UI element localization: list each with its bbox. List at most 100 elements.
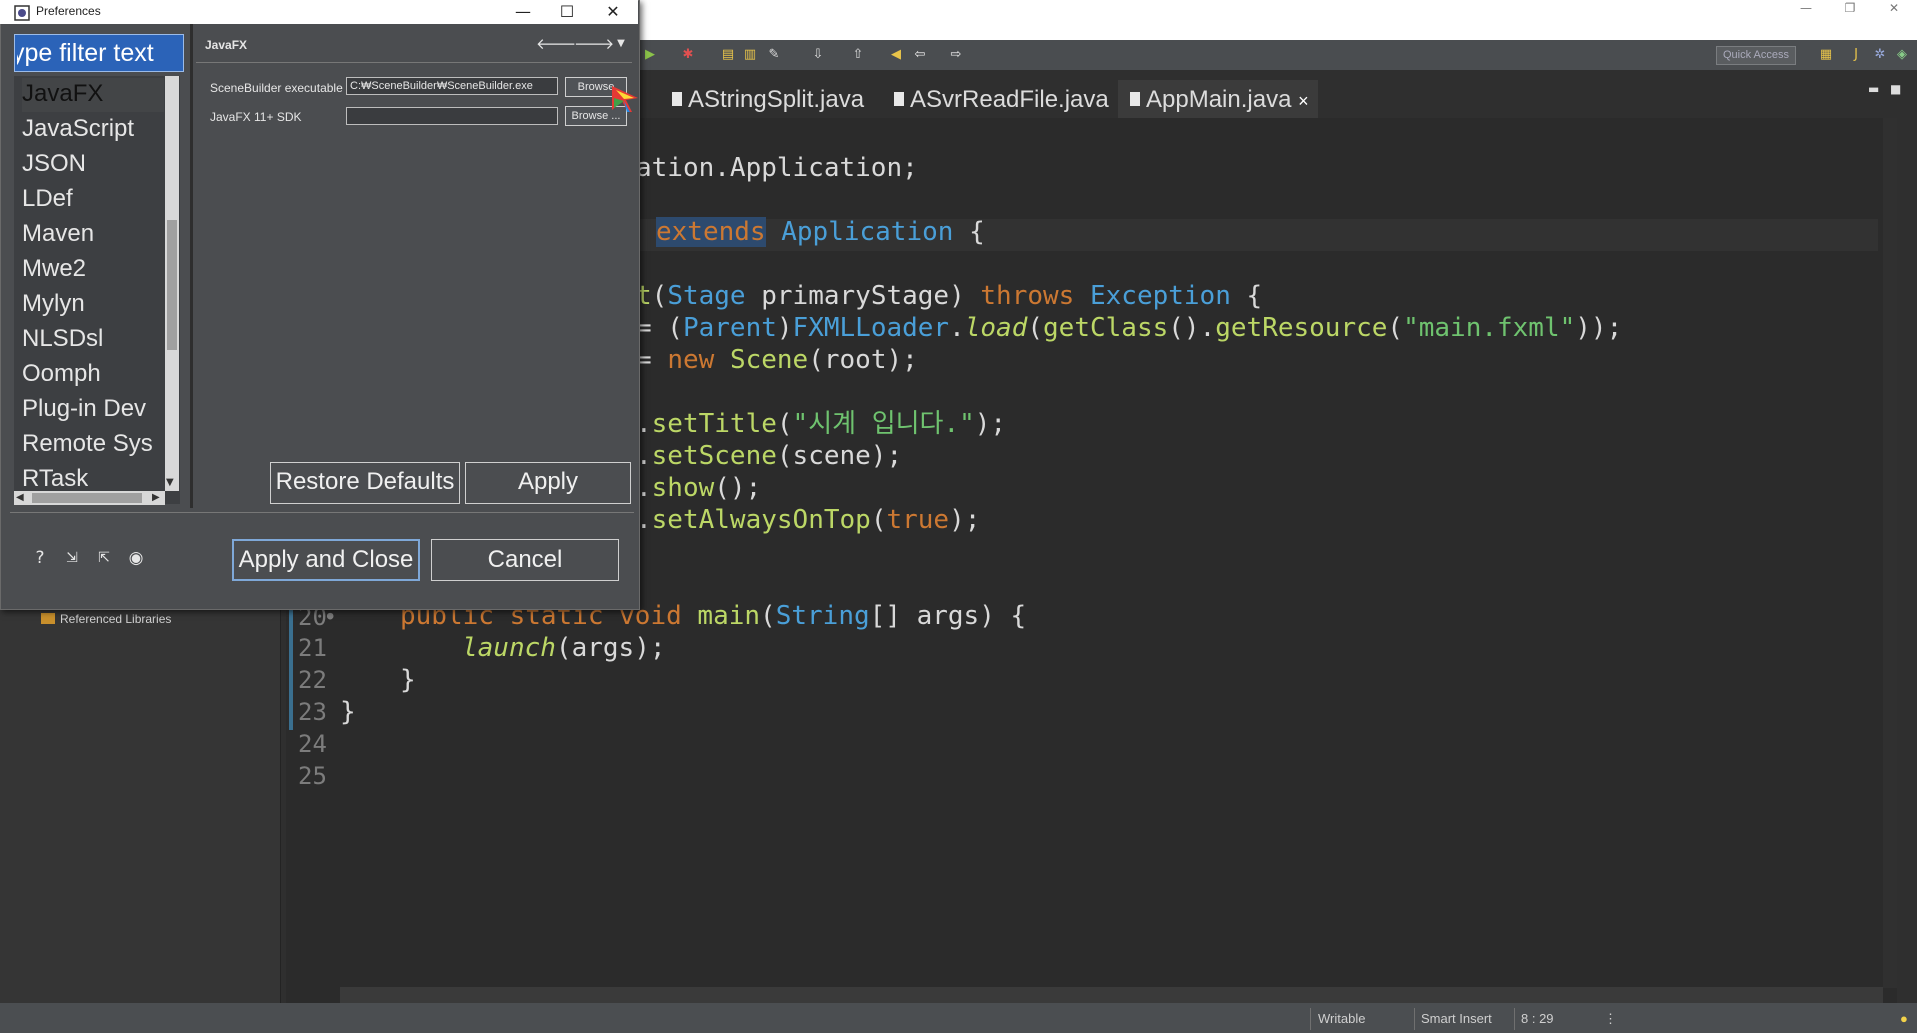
navigate-icon[interactable]: ⇧ — [850, 48, 866, 62]
line-number: 22 — [298, 666, 327, 694]
import-icon[interactable]: ⇲ — [62, 548, 82, 568]
forward-arrow-icon[interactable]: 🡒 — [574, 36, 614, 52]
forward-icon[interactable]: ⇨ — [948, 48, 964, 62]
code-line: ation.Application; — [636, 153, 918, 183]
library-icon — [41, 613, 55, 624]
code-line: .setAlwaysOnTop(true); — [636, 505, 981, 535]
color-cursor-icon — [612, 86, 638, 112]
tree-item-javascript[interactable]: JavaScript — [22, 111, 134, 146]
status-separator — [1310, 1008, 1311, 1030]
scroll-right-icon[interactable]: ▶ — [152, 492, 160, 503]
apply-and-close-button[interactable]: Apply and Close — [232, 539, 420, 581]
maximize-editor-icon[interactable]: ■ — [1890, 82, 1901, 96]
status-menu-icon[interactable]: ⋮ — [1604, 1010, 1617, 1028]
apply-button[interactable]: Apply — [465, 462, 631, 504]
dialog-button-separator — [10, 512, 634, 513]
back-icon[interactable]: ◀ — [888, 48, 904, 62]
tree-item-maven[interactable]: Maven — [22, 216, 94, 251]
tab-astringsplit[interactable]: AStringSplit.java — [672, 82, 864, 118]
cancel-button[interactable]: Cancel — [431, 539, 619, 581]
code-line: extends Application { — [656, 217, 985, 247]
open-perspective-icon[interactable]: ▦ — [1818, 48, 1834, 62]
dialog-minimize-button[interactable]: — — [508, 2, 538, 22]
open-folder-icon[interactable]: ▤ — [720, 48, 736, 62]
annotation-icon[interactable]: ⇩ — [810, 48, 826, 62]
status-insert-mode: Smart Insert — [1421, 1011, 1492, 1026]
line-number: 21 — [298, 634, 327, 662]
debug-icon[interactable]: ✱ — [680, 48, 696, 62]
run-icon[interactable]: ▶ — [642, 48, 658, 62]
scroll-left-icon[interactable]: ◀ — [16, 492, 24, 503]
status-separator — [1514, 1008, 1515, 1030]
package-explorer — [0, 600, 281, 1003]
debug-perspective-icon[interactable]: ✲ — [1872, 48, 1888, 62]
code-line: } — [340, 697, 356, 727]
page-title: JavaFX — [205, 38, 248, 52]
scroll-down-icon[interactable]: ▼ — [166, 477, 174, 488]
java-file-icon — [672, 92, 682, 106]
scenebuilder-input[interactable] — [346, 77, 558, 95]
dialog-title: Preferences — [36, 4, 101, 18]
sdk-label: JavaFX 11+ SDK — [210, 110, 302, 124]
tree-hscroll-thumb[interactable] — [32, 493, 142, 503]
back-arrow-icon[interactable]: 🡐 — [536, 36, 576, 52]
tree-item-referenced-libraries[interactable]: Referenced Libraries — [60, 612, 171, 626]
quick-access-field[interactable]: Quick Access — [1716, 46, 1796, 65]
editor-horizontal-scrollbar[interactable] — [340, 987, 1883, 1003]
tree-item-oomph[interactable]: Oomph — [22, 356, 101, 391]
status-bar — [0, 1003, 1917, 1033]
tab-label: AppMain.java — [1146, 86, 1292, 113]
help-icon[interactable]: ? — [30, 548, 50, 568]
eclipse-icon — [14, 5, 30, 21]
scenebuilder-label: SceneBuilder executable — [210, 81, 343, 95]
oomph-icon[interactable]: ◉ — [126, 548, 146, 568]
status-cursor-position: 8 : 29 — [1521, 1011, 1554, 1026]
folder-icon[interactable]: ▥ — [742, 48, 758, 62]
restore-defaults-button[interactable]: Restore Defaults — [270, 462, 460, 504]
code-line: t(Stage primaryStage) throws Exception { — [636, 281, 1263, 311]
java-file-icon — [1130, 92, 1140, 106]
editor-vertical-scrollbar[interactable] — [1883, 118, 1897, 988]
tree-item-json[interactable]: JSON — [22, 146, 86, 181]
tree-item-plugin-dev[interactable]: Plug-in Dev — [22, 391, 164, 426]
lightbulb-icon[interactable]: ● — [1900, 1010, 1908, 1028]
tab-asvrreadfile[interactable]: ASvrReadFile.java — [894, 82, 1109, 118]
history-back-icon[interactable]: ⇦ — [912, 48, 928, 62]
filter-input[interactable] — [14, 34, 184, 72]
export-icon[interactable]: ⇱ — [94, 548, 114, 568]
ide-minimize-button[interactable]: — — [1786, 0, 1826, 20]
tree-item-mwe2[interactable]: Mwe2 — [22, 251, 86, 286]
tree-scroll-thumb[interactable] — [167, 220, 177, 350]
line-number: 25 — [298, 762, 327, 790]
code-line: .setScene(scene); — [636, 441, 903, 471]
page-separator — [196, 62, 632, 63]
status-writable: Writable — [1318, 1011, 1366, 1026]
tab-label: ASvrReadFile.java — [910, 86, 1109, 113]
tree-item-nlsdsl[interactable]: NLSDsl — [22, 321, 103, 356]
pen-icon[interactable]: ✎ — [766, 48, 782, 62]
close-tab-icon[interactable]: × — [1298, 91, 1309, 111]
git-perspective-icon[interactable]: ◈ — [1894, 48, 1910, 62]
line-number: 23 — [298, 698, 327, 726]
tab-appmain[interactable]: AppMain.java × — [1130, 82, 1309, 118]
dialog-sash[interactable] — [190, 24, 193, 508]
ide-close-button[interactable]: ✕ — [1874, 0, 1914, 20]
code-line: } — [400, 665, 416, 695]
dialog-maximize-button[interactable]: ☐ — [552, 2, 582, 22]
minimize-editor-icon[interactable]: ▬ — [1868, 82, 1879, 96]
tree-item-rtask[interactable]: RTask — [22, 461, 88, 491]
tree-item-ldef[interactable]: LDef — [22, 181, 73, 216]
ide-restore-button[interactable]: ❐ — [1830, 0, 1870, 20]
sdk-input[interactable] — [346, 107, 558, 125]
tree-item-mylyn[interactable]: Mylyn — [22, 286, 85, 321]
code-line: launch(args); — [462, 633, 666, 663]
java-file-icon — [894, 92, 904, 106]
tree-item-remote-sys[interactable]: Remote Sys — [22, 426, 164, 461]
code-line: = new Scene(root); — [636, 345, 918, 375]
java-perspective-icon[interactable]: J — [1848, 48, 1864, 62]
code-line: .show(); — [636, 473, 762, 503]
tab-label: AStringSplit.java — [688, 86, 865, 113]
view-menu-icon[interactable]: ▼ — [612, 36, 630, 52]
tree-item-javafx[interactable]: JavaFX — [22, 76, 103, 111]
dialog-close-button[interactable]: ✕ — [598, 2, 628, 22]
